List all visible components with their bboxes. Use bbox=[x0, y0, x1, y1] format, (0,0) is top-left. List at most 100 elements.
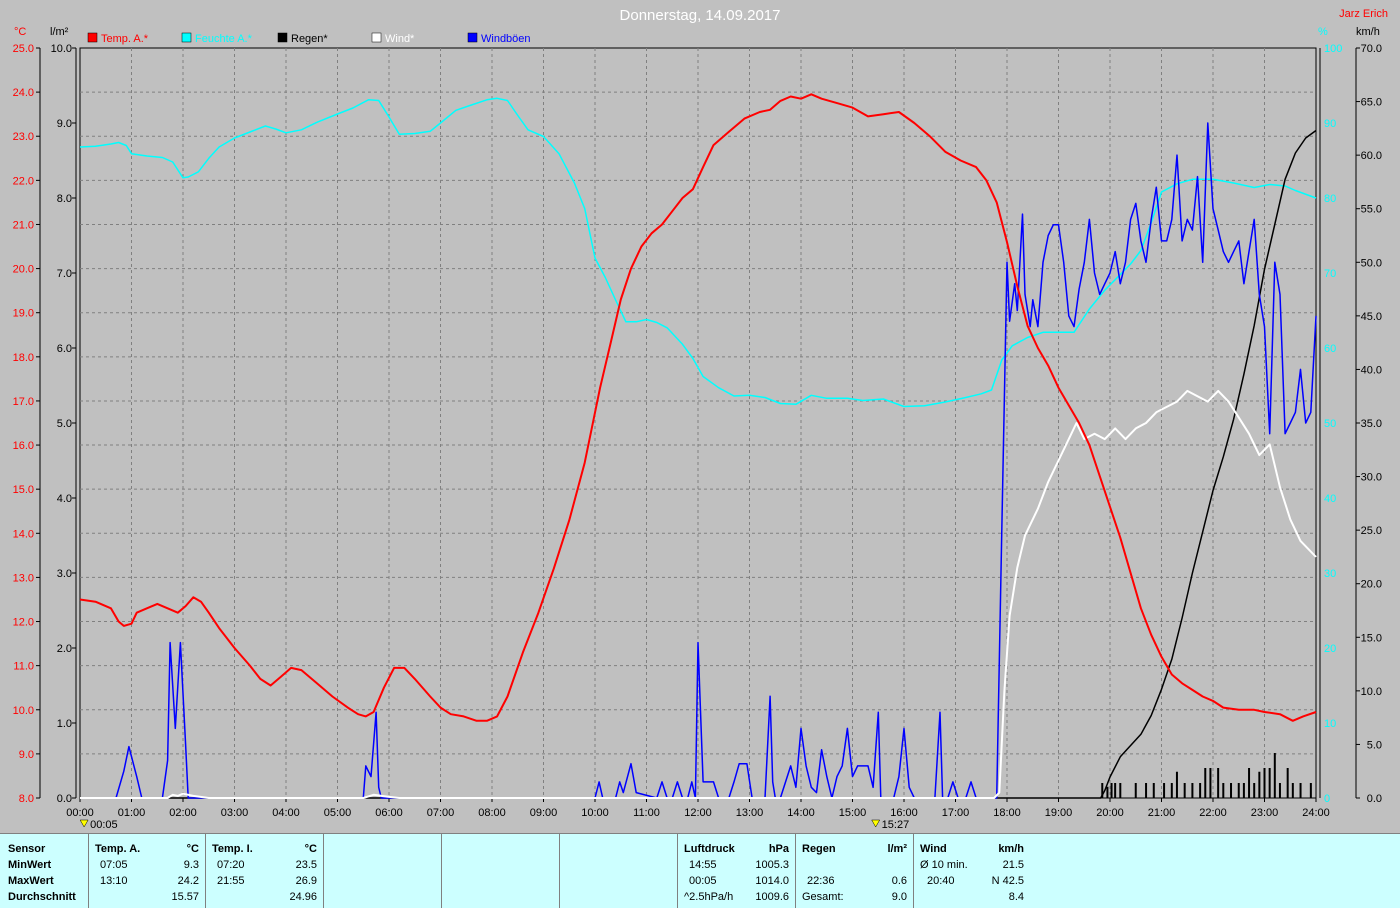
rain-bar bbox=[1242, 783, 1245, 798]
stats-col-sensor: Sensor MinWert MaxWert Durchschnitt bbox=[0, 834, 89, 908]
stats-value: 8.4 bbox=[1008, 891, 1024, 903]
rain-bar bbox=[1106, 786, 1109, 798]
rain-bar bbox=[1222, 783, 1225, 798]
stats-pressure-unit: hPa bbox=[768, 843, 789, 855]
rain-bar bbox=[1263, 768, 1266, 798]
time-tick-label: 00:00 bbox=[66, 807, 94, 819]
stats-col-rain: Regen l/m² 22:36 0.6 Gesamt: 9.0 bbox=[796, 834, 914, 908]
stats-time: 20:40 bbox=[927, 875, 955, 887]
rain-bar bbox=[1152, 783, 1155, 798]
wind-tick-label: 15.0 bbox=[1361, 632, 1382, 644]
time-tick-label: 21:00 bbox=[1148, 807, 1176, 819]
stats-time: 13:10 bbox=[100, 875, 128, 887]
stats-value: 9.3 bbox=[183, 859, 199, 871]
stats-value: 23.5 bbox=[295, 859, 317, 871]
weather-chart: 8.0 9.0 10.0 11.0 12.0 13.0 14.0 15.0 16.0 17.0 18… bbox=[13, 7, 1388, 831]
stats-value: 0.6 bbox=[891, 875, 907, 887]
stats-value: 1009.6 bbox=[755, 891, 789, 903]
time-tick-label: 09:00 bbox=[530, 807, 558, 819]
stats-rain-header: Regen bbox=[802, 843, 836, 855]
temp-tick-label: 22.0 bbox=[13, 175, 34, 187]
rain-bar bbox=[1273, 753, 1276, 798]
stats-col-temp-a: Temp. A. °C 07:05 9.3 13:10 24.2 15.57 bbox=[89, 834, 206, 908]
legend-label: Wind* bbox=[385, 33, 415, 45]
legend-swatch bbox=[277, 32, 288, 43]
time-tick-label: 05:00 bbox=[324, 807, 352, 819]
legend-swatch bbox=[467, 32, 478, 43]
stats-value: 26.9 bbox=[295, 875, 317, 887]
humidity-tick-label: 80 bbox=[1324, 193, 1336, 205]
rain-bar bbox=[1114, 783, 1117, 798]
wind-tick-label: 65.0 bbox=[1361, 97, 1382, 109]
temp-tick-label: 11.0 bbox=[13, 661, 34, 673]
time-tick-label: 02:00 bbox=[169, 807, 197, 819]
stats-col-empty bbox=[442, 834, 560, 908]
stats-time: 07:20 bbox=[217, 859, 245, 871]
stats-row-label: Durchschnitt bbox=[8, 891, 76, 903]
stats-value: 15.57 bbox=[171, 891, 199, 903]
legend-label: Temp. A.* bbox=[101, 33, 149, 45]
time-tick-label: 18:00 bbox=[993, 807, 1021, 819]
rain-bar bbox=[1110, 783, 1113, 798]
stats-temp-a-header: Temp. A. bbox=[95, 843, 141, 855]
rain-unit-label: l/m² bbox=[50, 26, 69, 38]
legend-label: Regen* bbox=[291, 33, 328, 45]
temp-tick-label: 19.0 bbox=[13, 308, 34, 320]
stats-time: 00:05 bbox=[689, 875, 717, 887]
time-tick-label: 15:00 bbox=[839, 807, 867, 819]
stats-col-empty bbox=[560, 834, 678, 908]
stats-col-empty bbox=[324, 834, 442, 908]
temp-tick-label: 16.0 bbox=[13, 440, 34, 452]
legend-swatch bbox=[181, 32, 192, 43]
wind-tick-label: 35.0 bbox=[1361, 418, 1382, 430]
rain-bar bbox=[1253, 783, 1256, 798]
time-tick-label: 03:00 bbox=[221, 807, 249, 819]
temp-tick-label: 15.0 bbox=[13, 484, 34, 496]
wind-unit-label: km/h bbox=[1356, 26, 1380, 38]
legend-swatch bbox=[371, 32, 382, 43]
wind-tick-label: 10.0 bbox=[1361, 686, 1382, 698]
humidity-tick-label: 30 bbox=[1324, 568, 1336, 580]
rain-tick-label: 2.0 bbox=[57, 643, 72, 655]
time-tick-label: 11:00 bbox=[633, 807, 660, 819]
time-tick-label: 08:00 bbox=[478, 807, 506, 819]
time-marker-icon bbox=[79, 819, 89, 828]
time-tick-label: 19:00 bbox=[1045, 807, 1073, 819]
humidity-tick-label: 0 bbox=[1324, 793, 1330, 805]
temp-tick-label: 24.0 bbox=[13, 87, 34, 99]
rain-bar bbox=[1145, 783, 1148, 798]
stats-temp-a-unit: °C bbox=[186, 843, 199, 855]
chart-area: 8.0 9.0 10.0 11.0 12.0 13.0 14.0 15.0 16.0 17.0 18… bbox=[0, 0, 1400, 832]
temp-tick-label: 21.0 bbox=[13, 219, 34, 231]
time-tick-label: 01:00 bbox=[118, 807, 146, 819]
rain-bar bbox=[1299, 783, 1302, 798]
time-tick-label: 22:00 bbox=[1199, 807, 1227, 819]
rain-tick-label: 9.0 bbox=[57, 118, 72, 130]
stats-time: Ø 10 min. bbox=[920, 859, 968, 871]
rain-bar bbox=[1237, 783, 1240, 798]
stats-value: 9.0 bbox=[891, 891, 907, 903]
humidity-tick-label: 50 bbox=[1324, 418, 1336, 430]
time-tick-label: 20:00 bbox=[1096, 807, 1124, 819]
temp-tick-label: 20.0 bbox=[13, 264, 34, 276]
humidity-tick-label: 40 bbox=[1324, 493, 1336, 505]
temp-tick-label: 10.0 bbox=[13, 705, 34, 717]
stats-wind-header: Wind bbox=[920, 843, 947, 855]
time-tick-label: 07:00 bbox=[427, 807, 455, 819]
rain-bar bbox=[1291, 783, 1294, 798]
time-marker-icon bbox=[871, 819, 881, 828]
wind-tick-label: 70.0 bbox=[1361, 43, 1382, 55]
temp-tick-label: 17.0 bbox=[13, 396, 34, 408]
time-tick-label: 12:00 bbox=[684, 807, 712, 819]
time-tick-label: 16:00 bbox=[890, 807, 918, 819]
rain-bar bbox=[1309, 783, 1312, 798]
stats-time: 21:55 bbox=[217, 875, 245, 887]
rain-tick-label: 7.0 bbox=[57, 268, 72, 280]
chart-author: Jarz Erich bbox=[1339, 8, 1388, 20]
temp-tick-label: 18.0 bbox=[13, 352, 34, 364]
rain-tick-label: 8.0 bbox=[57, 193, 72, 205]
rain-bar bbox=[1191, 783, 1194, 798]
time-tick-label: 23:00 bbox=[1251, 807, 1279, 819]
rain-bar bbox=[1258, 771, 1261, 798]
stats-col-pressure: Luftdruck hPa 14:55 1005.3 00:05 1014.0 … bbox=[678, 834, 796, 908]
